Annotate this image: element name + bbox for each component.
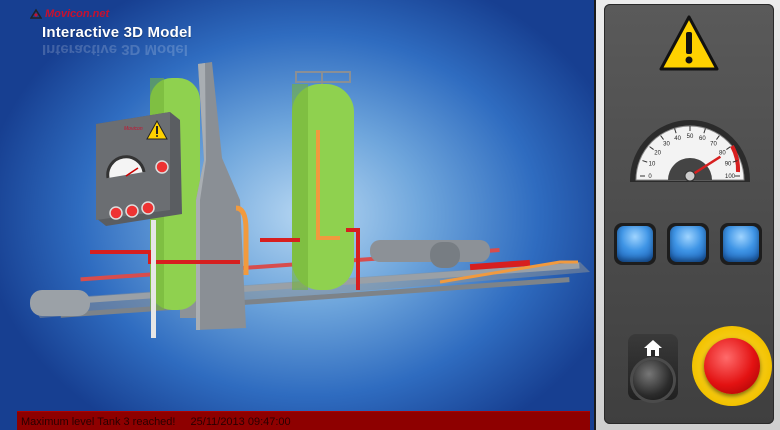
3d-viewport[interactable]: Movicon.net Interactive 3D Model Interac…	[0, 0, 594, 430]
alarm-status-bar: Maximum level Tank 3 reached! 25/11/2013…	[17, 411, 590, 430]
svg-text:Movicon: Movicon	[124, 126, 143, 132]
emergency-stop-button[interactable]	[692, 326, 772, 406]
gauge-tick-label: 90	[725, 162, 732, 168]
gauge-tick-label: 50	[687, 134, 694, 140]
gauge-tick-label: 60	[699, 136, 706, 142]
control-button-1[interactable]	[614, 223, 656, 265]
gauge-tick-label: 10	[649, 162, 656, 168]
control-panel: 0 10 20 30 40 50 60 70 80 90 100	[596, 0, 780, 430]
plant-3d-model[interactable]: Movicon	[0, 0, 594, 430]
level-gauge: 010203040 50 60708090100	[630, 120, 750, 182]
gauge-tick-label: 40	[674, 136, 681, 142]
alarm-message: Maximum level Tank 3 reached!	[21, 415, 176, 428]
alarm-timestamp: 25/11/2013 09:47:00	[190, 415, 291, 428]
gauge-tick-label: 30	[663, 142, 670, 148]
gauge-tick-label: 100	[725, 174, 736, 180]
signpost-pole	[151, 220, 156, 338]
control-button-2[interactable]	[667, 223, 709, 265]
gauge-tick-label: 80	[719, 150, 726, 156]
home-button[interactable]	[628, 334, 678, 400]
warning-icon[interactable]	[658, 14, 720, 72]
control-button-3[interactable]	[720, 223, 762, 265]
gauge-tick-label: 20	[654, 150, 661, 156]
gauge-tick-label: 70	[710, 142, 717, 148]
home-icon	[644, 340, 662, 356]
